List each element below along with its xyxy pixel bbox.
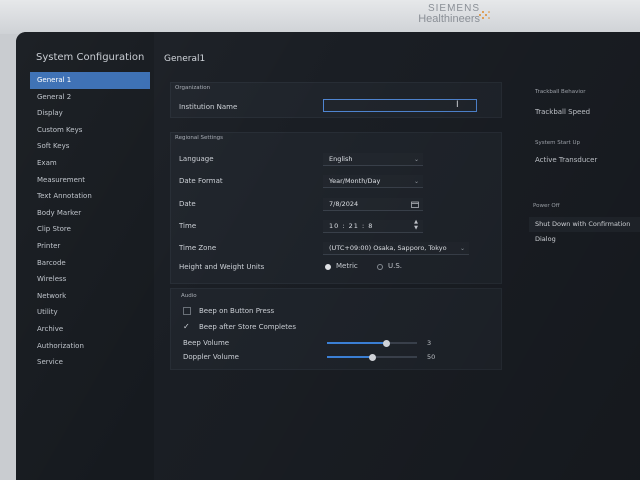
time-zone-label: Time Zone: [179, 244, 217, 252]
doppler-volume-handle[interactable]: [368, 353, 376, 361]
sidebar-item-custom-keys[interactable]: Custom Keys: [30, 122, 150, 139]
audio-panel: Audio Beep on Button Press ✓ Beep after …: [170, 288, 502, 370]
chevron-down-icon: ⌄: [413, 156, 419, 163]
trackball-speed-label: Trackball Speed: [535, 108, 591, 116]
us-radio[interactable]: [377, 264, 383, 270]
checkmark-icon[interactable]: ✓: [183, 322, 190, 331]
time-separator: :: [362, 222, 366, 230]
units-label: Height and Weight Units: [179, 263, 265, 271]
metric-label: Metric: [336, 262, 358, 270]
sidebar-item-display[interactable]: Display: [30, 105, 150, 122]
brand-dots-icon: [479, 11, 490, 19]
doppler-volume-fill: [327, 356, 372, 358]
metric-radio[interactable]: [325, 264, 331, 270]
time-zone-select[interactable]: (UTC+09:00) Osaka, Sapporo, Tokyo ⌄: [323, 242, 469, 255]
organization-label: Organization: [175, 85, 211, 91]
right-column: Trackball Behavior Trackball Speed Syste…: [507, 32, 640, 480]
power-off-label: Power Off: [533, 203, 560, 209]
page-title: General1: [164, 54, 206, 64]
sidebar-item-general-1[interactable]: General 1: [30, 72, 150, 89]
sidebar-title: System Configuration: [36, 52, 145, 63]
sidebar-item-wireless[interactable]: Wireless: [30, 271, 150, 288]
active-transducer-label: Active Transducer: [535, 156, 598, 164]
sidebar-item-measurement[interactable]: Measurement: [30, 172, 150, 189]
main-panel: General1 Organization Institution Name I…: [154, 32, 640, 480]
spin-arrows-icon[interactable]: ▲ ▼: [414, 219, 419, 231]
audio-label: Audio: [181, 293, 197, 299]
sidebar-item-body-marker[interactable]: Body Marker: [30, 205, 150, 222]
time-stepper[interactable]: 10 : 21 : 8 ▲ ▼: [323, 219, 423, 233]
beep-volume-value: 3: [427, 339, 432, 347]
beep-volume-label: Beep Volume: [183, 339, 230, 347]
language-value: English: [329, 155, 353, 163]
sidebar-item-utility[interactable]: Utility: [30, 304, 150, 321]
time-seconds[interactable]: 8: [368, 222, 373, 230]
sidebar-item-exam[interactable]: Exam: [30, 155, 150, 172]
us-label: U.S.: [388, 262, 403, 270]
sidebar-item-soft-keys[interactable]: Soft Keys: [30, 138, 150, 155]
monitor-bezel: SIEMENS Healthineers: [0, 0, 640, 34]
sidebar: System Configuration General 1 General 2D…: [16, 32, 154, 480]
trackball-behavior-label: Trackball Behavior: [535, 89, 586, 95]
time-zone-value: (UTC+09:00) Osaka, Sapporo, Tokyo: [329, 244, 447, 252]
time-minutes[interactable]: 21: [349, 222, 359, 230]
regional-settings-panel: Regional Settings Language English ⌄ Dat…: [170, 132, 502, 284]
regional-settings-label: Regional Settings: [175, 135, 224, 141]
doppler-volume-label: Doppler Volume: [183, 353, 239, 361]
screen: System Configuration General 1 General 2D…: [16, 32, 640, 480]
beep-button-checkbox[interactable]: [183, 307, 191, 315]
sidebar-item-clip-store[interactable]: Clip Store: [30, 221, 150, 238]
beep-volume-slider[interactable]: [327, 339, 417, 347]
institution-name-label: Institution Name: [179, 103, 238, 111]
time-hours[interactable]: 10: [329, 222, 339, 230]
chevron-down-icon: ⌄: [459, 245, 465, 252]
organization-panel: Organization Institution Name I: [170, 82, 502, 118]
brand-logo: SIEMENS Healthineers: [418, 3, 480, 25]
sidebar-item-archive[interactable]: Archive: [30, 321, 150, 338]
beep-volume-fill: [327, 342, 387, 344]
date-format-label: Date Format: [179, 177, 223, 185]
doppler-volume-value: 50: [427, 353, 436, 361]
language-select[interactable]: English ⌄: [323, 153, 423, 166]
chevron-down-icon: ⌄: [413, 178, 419, 185]
calendar-icon[interactable]: [411, 201, 419, 208]
power-off-select[interactable]: Shut Down with Confirmation Dialog: [529, 217, 640, 243]
date-value: 7/8/2024: [329, 200, 359, 208]
date-format-select[interactable]: Year/Month/Day ⌄: [323, 175, 423, 188]
sidebar-item-barcode[interactable]: Barcode: [30, 255, 150, 272]
language-label: Language: [179, 155, 214, 163]
sidebar-item-text-annotation[interactable]: Text Annotation: [30, 188, 150, 205]
brand-line2: Healthineers: [418, 13, 480, 25]
date-format-value: Year/Month/Day: [329, 177, 381, 185]
system-startup-label: System Start Up: [535, 140, 580, 146]
date-label: Date: [179, 200, 196, 208]
beep-volume-handle[interactable]: [382, 339, 390, 347]
time-label: Time: [179, 222, 197, 230]
sidebar-item-general-2[interactable]: General 2: [30, 89, 150, 106]
time-separator: :: [342, 222, 346, 230]
beep-button-label: Beep on Button Press: [199, 307, 275, 315]
text-cursor-icon: I: [456, 100, 459, 110]
sidebar-item-service[interactable]: Service: [30, 354, 150, 371]
sidebar-item-printer[interactable]: Printer: [30, 238, 150, 255]
sidebar-item-network[interactable]: Network: [30, 288, 150, 305]
doppler-volume-slider[interactable]: [327, 353, 417, 361]
beep-store-label: Beep after Store Completes: [199, 323, 296, 331]
institution-name-input[interactable]: [323, 99, 477, 112]
date-picker[interactable]: 7/8/2024: [323, 198, 423, 211]
sidebar-item-authorization[interactable]: Authorization: [30, 338, 150, 355]
sidebar-nav: General 1 General 2 Display Custom Keys Soft…: [30, 72, 150, 371]
